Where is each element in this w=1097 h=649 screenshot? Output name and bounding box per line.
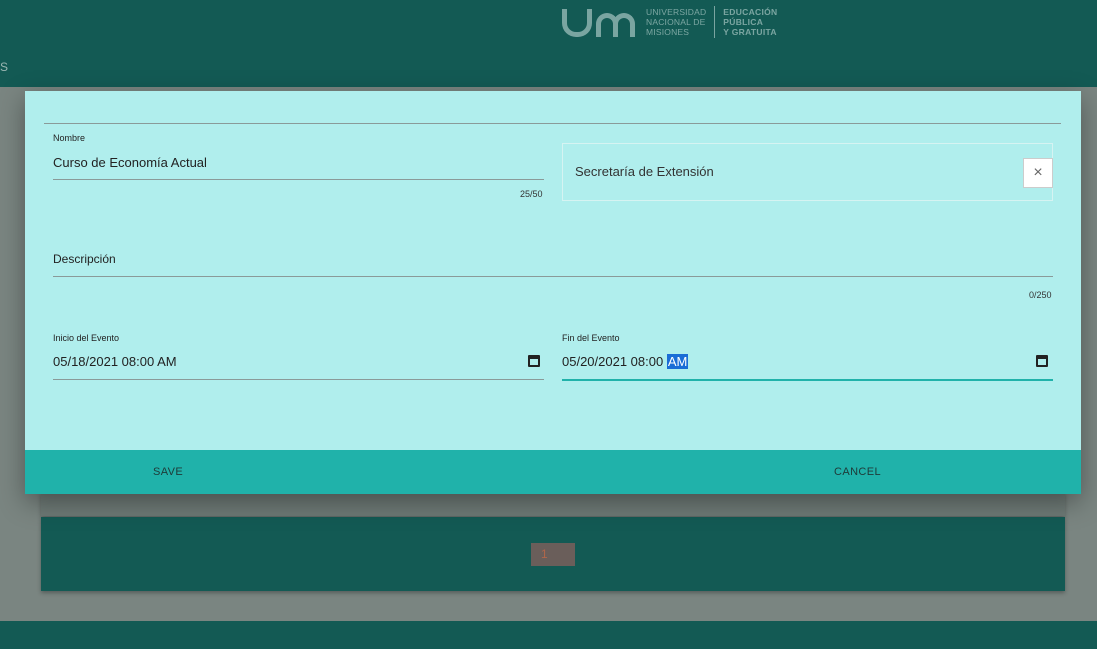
unam-logo-mark bbox=[562, 5, 640, 39]
dialog-top-divider bbox=[44, 123, 1061, 124]
save-button[interactable]: SAVE bbox=[153, 450, 183, 494]
nombre-label: Nombre bbox=[53, 133, 86, 143]
fin-input[interactable]: 05/20/2021 08:00 AM bbox=[562, 354, 689, 369]
fin-label: Fin del Evento bbox=[562, 333, 620, 343]
organizacion-select[interactable]: Secretaría de Extensión × bbox=[562, 143, 1053, 201]
organizacion-value: Secretaría de Extensión bbox=[575, 164, 714, 179]
event-dialog: Nombre Curso de Economía Actual 25/50 Se… bbox=[25, 91, 1081, 494]
inicio-underline bbox=[53, 379, 544, 380]
clear-icon[interactable]: × bbox=[1023, 158, 1053, 188]
cancel-button[interactable]: CANCEL bbox=[834, 450, 881, 494]
calendar-icon[interactable] bbox=[1036, 355, 1048, 367]
nav-item-partial[interactable]: S bbox=[0, 60, 8, 74]
logo-divider bbox=[714, 6, 716, 38]
page-footer bbox=[0, 621, 1097, 649]
top-header: UNIVERSIDAD NACIONAL DE MISIONES EDUCACI… bbox=[0, 0, 1097, 87]
descripcion-input[interactable]: Descripción bbox=[53, 252, 116, 266]
inicio-label: Inicio del Evento bbox=[53, 333, 120, 343]
fin-value-text: 05/20/2021 08:00 bbox=[562, 354, 667, 369]
inicio-input[interactable]: 05/18/2021 08:00 AM bbox=[53, 354, 177, 369]
descripcion-underline bbox=[53, 276, 1053, 277]
content-panel-edge bbox=[41, 492, 1065, 516]
fin-underline-focused bbox=[562, 379, 1053, 381]
logo-university-name: UNIVERSIDAD NACIONAL DE MISIONES bbox=[646, 7, 707, 37]
calendar-icon[interactable] bbox=[528, 355, 540, 367]
descripcion-counter: 0/250 bbox=[1029, 290, 1052, 300]
university-logo: UNIVERSIDAD NACIONAL DE MISIONES EDUCACI… bbox=[562, 4, 777, 40]
fin-ampm-selected[interactable]: AM bbox=[666, 354, 689, 369]
logo-tagline: EDUCACIÓN PÚBLICA Y GRATUITA bbox=[723, 7, 778, 37]
dialog-actions: SAVE CANCEL bbox=[25, 450, 1081, 494]
nombre-input[interactable]: Curso de Economía Actual bbox=[53, 155, 207, 170]
nombre-counter: 25/50 bbox=[520, 189, 543, 199]
nombre-underline bbox=[53, 179, 544, 180]
page-button-current[interactable]: 1 bbox=[531, 543, 575, 566]
